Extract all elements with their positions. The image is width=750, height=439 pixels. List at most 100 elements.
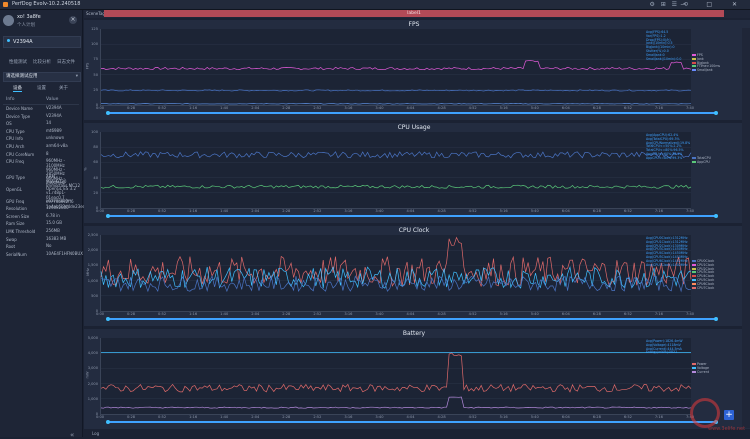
- info-key-header: Info: [6, 97, 15, 102]
- plot-area[interactable]: [100, 235, 692, 312]
- tab-device[interactable]: 设备: [13, 85, 22, 92]
- x-tick-label: 2:04: [251, 209, 260, 213]
- close-icon[interactable]: ×: [69, 16, 77, 24]
- legend-label: SmallJank: [697, 68, 713, 73]
- time-scrollbar[interactable]: [106, 214, 718, 218]
- time-scrollbar[interactable]: [106, 317, 718, 321]
- info-value: 8: [46, 150, 49, 156]
- legend-item[interactable]: CPU7Clock: [692, 285, 715, 291]
- legend-item[interactable]: SmallJank: [692, 68, 720, 73]
- x-tick-label: 1:16: [189, 415, 198, 419]
- info-value: arm64-v8a: [46, 143, 68, 148]
- x-tick-label: 7:40: [685, 106, 695, 110]
- x-tick-label: 6:04: [561, 106, 570, 110]
- legend-swatch: [692, 263, 696, 266]
- info-key: OS: [6, 121, 12, 127]
- x-tick-label: 0:00: [95, 312, 105, 316]
- tab-compare[interactable]: 比较分析: [33, 59, 51, 65]
- avatar[interactable]: [3, 15, 14, 26]
- plot-area[interactable]: [100, 338, 692, 415]
- x-tick-label: 6:28: [592, 415, 601, 419]
- x-tick-label: 3:40: [375, 415, 384, 419]
- series-line: [100, 103, 692, 105]
- scroll-handle-end[interactable]: [714, 111, 718, 115]
- info-value: 256MB: [46, 228, 60, 233]
- legend-item[interactable]: Current: [692, 369, 709, 375]
- x-tick-label: 3:40: [375, 209, 384, 213]
- x-tick-label: 5:40: [530, 209, 539, 213]
- x-tick-label: 2:52: [313, 415, 322, 419]
- tab-about[interactable]: 关于: [59, 85, 68, 91]
- title-bar: PerfDog Evolv-10.2.240518 ⚙ ⊞ ☰ ⟲ — □ ✕: [0, 0, 750, 10]
- plot-area[interactable]: [100, 29, 692, 106]
- scroll-handle-start[interactable]: [106, 111, 110, 115]
- chart-svg: [100, 236, 692, 297]
- info-key: CPU Freq: [6, 159, 24, 165]
- tab-logs[interactable]: 日志文件: [57, 59, 75, 65]
- y-axis-label: MHz: [85, 268, 90, 276]
- x-tick-label: 4:28: [437, 415, 446, 419]
- scene-tag[interactable]: SceneTag: [86, 11, 105, 16]
- x-tick-label: 7:16: [654, 415, 663, 419]
- time-scrollbar[interactable]: [106, 111, 718, 115]
- x-tick-label: 4:52: [468, 312, 477, 316]
- right-rail: [742, 28, 750, 428]
- y-tick-label: 1,500: [87, 263, 98, 268]
- user-plan: 个人计划: [17, 23, 35, 28]
- x-tick-label: 5:16: [499, 415, 508, 419]
- y-tick-label: 2,500: [87, 233, 98, 237]
- y-tick-label: 80: [93, 145, 98, 150]
- bottom-bar: Log: [84, 431, 750, 437]
- legend-label: CPU7Clock: [697, 285, 715, 290]
- y-tick-label: 100: [91, 42, 98, 47]
- scroll-handle-end[interactable]: [714, 214, 718, 218]
- scroll-handle-end[interactable]: [714, 317, 718, 321]
- x-tick-label: 5:40: [530, 415, 539, 419]
- label-bar[interactable]: label1: [104, 10, 724, 17]
- scroll-handle-start[interactable]: [106, 420, 110, 424]
- y-tick-label: 3,000: [87, 366, 98, 371]
- scroll-handle-start[interactable]: [106, 214, 110, 218]
- x-tick-label: 4:04: [406, 209, 415, 213]
- x-tick-label: 5:16: [499, 209, 508, 213]
- chart-title: FPS: [408, 21, 420, 28]
- window-controls[interactable]: — □ ✕: [680, 0, 746, 9]
- x-tick-label: 3:40: [375, 312, 384, 316]
- chart-svg: [100, 43, 692, 105]
- y-tick-label: 5,000: [87, 336, 98, 340]
- legend-swatch: [692, 61, 696, 64]
- legend-swatch: [692, 267, 696, 270]
- collapse-sidebar-icon[interactable]: «: [70, 431, 74, 439]
- app-selector[interactable]: 请选择测试应用 ▾: [3, 72, 81, 82]
- x-tick-label: 7:16: [654, 106, 663, 110]
- y-tick-label: 50: [93, 72, 98, 77]
- legend-swatch: [692, 278, 696, 281]
- tab-settings[interactable]: 设置: [37, 85, 46, 91]
- x-tick-label: 2:28: [282, 106, 291, 110]
- info-key: Resolution: [6, 206, 27, 212]
- legend-label: AppCPU: [697, 159, 710, 164]
- log-button[interactable]: Log: [92, 431, 99, 436]
- device-selector[interactable]: V2394A: [3, 36, 81, 48]
- x-tick-label: 5:40: [530, 106, 539, 110]
- x-tick-label: 1:40: [220, 415, 229, 419]
- x-tick-label: 4:04: [406, 312, 415, 316]
- legend-item[interactable]: AppCPU: [692, 159, 711, 165]
- x-tick-label: 6:52: [623, 415, 632, 419]
- plot-area[interactable]: [100, 132, 692, 209]
- tab-performance[interactable]: 性能测试: [9, 59, 27, 65]
- info-key: CPU Arch: [6, 144, 25, 149]
- mode-tabs: 性能测试 比较分析 日志文件: [3, 59, 79, 67]
- x-tick-label: 2:52: [313, 312, 322, 316]
- time-scrollbar[interactable]: [106, 420, 718, 424]
- y-axis-label: FPS: [85, 62, 90, 70]
- x-tick-label: 2:52: [313, 209, 322, 213]
- x-tick-label: 4:28: [437, 209, 446, 213]
- x-tick-label: 4:52: [468, 209, 477, 213]
- legend-label: Current: [697, 369, 709, 374]
- scroll-handle-start[interactable]: [106, 317, 110, 321]
- y-tick-label: 20: [93, 190, 98, 195]
- y-tick-label: 125: [91, 27, 98, 31]
- chart-title: CPU Clock: [398, 227, 430, 234]
- legend-swatch: [692, 69, 696, 72]
